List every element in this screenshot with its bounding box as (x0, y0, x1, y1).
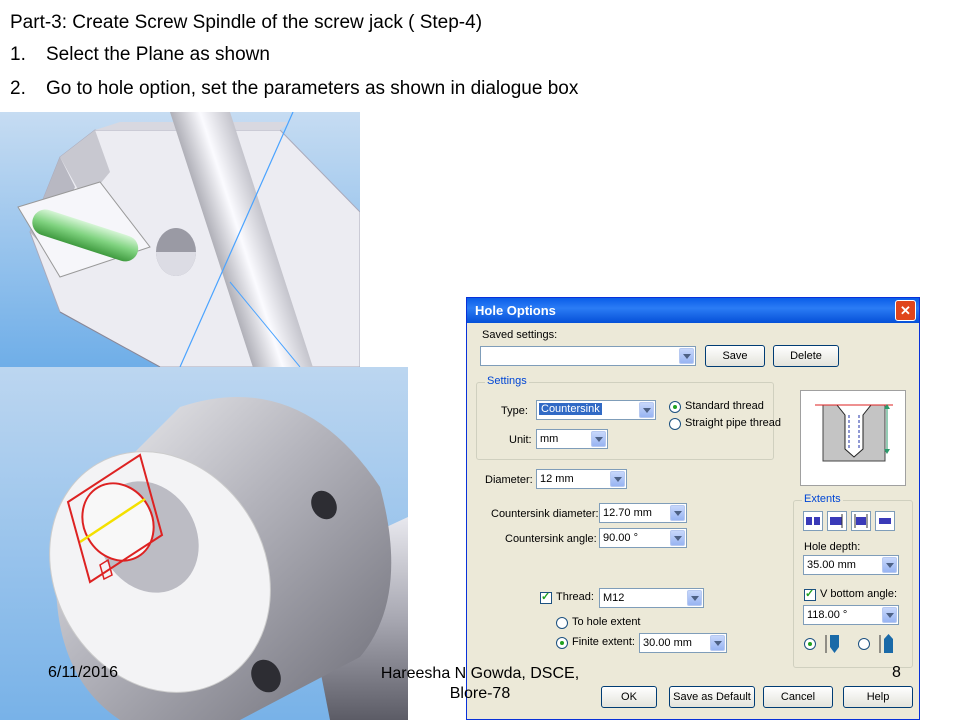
extent-through-all-button[interactable] (803, 511, 823, 531)
finite-extent-label: Finite extent: (572, 636, 635, 648)
v-bottom-angle-value: 118.00 ° (807, 609, 848, 621)
step-2-number: 2. (10, 78, 26, 99)
ok-button[interactable]: OK (601, 686, 657, 708)
chevron-down-icon[interactable] (670, 530, 685, 546)
type-select[interactable]: Countersink (536, 400, 656, 420)
extents-group-label: Extents (802, 493, 843, 505)
direction-two-radio[interactable] (858, 638, 870, 650)
step-2-text: Go to hole option, set the parameters as… (46, 78, 579, 99)
countersink-diameter-select[interactable]: 12.70 mm (599, 503, 687, 523)
countersink-hole-preview-image (815, 404, 893, 462)
hole-options-dialog: Hole Options ✕ Saved settings: Save Dele… (466, 297, 920, 720)
v-bottom-checkbox[interactable] (804, 587, 816, 601)
delete-button[interactable]: Delete (773, 345, 839, 367)
standard-thread-label: Standard thread (685, 400, 764, 412)
unit-select[interactable]: mm (536, 429, 608, 449)
to-hole-extent-label: To hole extent (572, 616, 641, 628)
finite-extent-radio[interactable] (556, 637, 568, 649)
chevron-down-icon[interactable] (639, 402, 654, 418)
footer-date: 6/11/2016 (48, 664, 118, 681)
extent-through-next-button[interactable] (827, 511, 847, 531)
settings-group-label: Settings (485, 375, 529, 387)
standard-thread-radio[interactable] (669, 401, 681, 413)
straight-pipe-thread-label: Straight pipe thread (685, 417, 782, 429)
cad-plane-view (0, 112, 360, 367)
finite-extent-select[interactable]: 30.00 mm (639, 633, 727, 653)
chevron-down-icon[interactable] (882, 607, 897, 623)
step-1: 1. Select the Plane as shown (10, 44, 270, 66)
thread-value: M12 (603, 592, 625, 604)
save-button[interactable]: Save (705, 345, 765, 367)
step-2: 2. Go to hole option, set the parameters … (10, 78, 578, 100)
direction-one-radio[interactable] (804, 638, 816, 650)
dialog-titlebar[interactable]: Hole Options ✕ (467, 298, 919, 323)
diameter-value: 12 mm (540, 473, 574, 485)
close-button[interactable]: ✕ (895, 300, 916, 321)
unit-label: Unit: (509, 434, 532, 446)
footer-author: Hareesha N Gowda, DSCE, Blore-78 (380, 665, 580, 702)
v-bottom-label: V bottom angle: (820, 588, 898, 600)
unit-value: mm (540, 433, 559, 445)
spindle-head-model-image (17, 112, 360, 367)
dialog-title: Hole Options (475, 303, 556, 318)
save-as-default-button[interactable]: Save as Default (669, 686, 755, 708)
chevron-down-icon[interactable] (610, 471, 625, 487)
chevron-down-icon[interactable] (882, 557, 897, 573)
chevron-down-icon[interactable] (710, 635, 725, 651)
slide-title: Part-3: Create Screw Spindle of the scre… (10, 12, 483, 33)
straight-pipe-thread-radio[interactable] (669, 418, 681, 430)
diameter-label: Diameter: (485, 474, 533, 486)
close-icon: ✕ (900, 303, 911, 318)
footer-page-number: 8 (892, 664, 901, 681)
chevron-down-icon[interactable] (670, 505, 685, 521)
saved-settings-select[interactable] (480, 346, 696, 366)
chevron-down-icon[interactable] (591, 431, 606, 447)
through-next-icon (830, 514, 843, 528)
type-value: Countersink (539, 403, 602, 415)
help-button[interactable]: Help (843, 686, 913, 708)
countersink-angle-value: 90.00 ° (603, 532, 638, 544)
countersink-diameter-label: Countersink diameter: (491, 508, 599, 520)
direction-down-icon (825, 635, 839, 653)
thread-checkbox[interactable] (540, 590, 552, 604)
step-1-text: Select the Plane as shown (46, 44, 270, 65)
chevron-down-icon[interactable] (687, 590, 702, 606)
hole-depth-value: 35.00 mm (807, 559, 856, 571)
thread-label: Thread: (556, 591, 594, 603)
hole-depth-label: Hole depth: (804, 541, 861, 553)
extent-finite-button[interactable] (875, 511, 895, 531)
to-hole-extent-radio[interactable] (556, 617, 568, 629)
direction-up-icon (879, 634, 893, 653)
hole-depth-select[interactable]: 35.00 mm (803, 555, 899, 575)
from-to-icon (854, 514, 868, 528)
cancel-button[interactable]: Cancel (763, 686, 833, 708)
countersink-angle-select[interactable]: 90.00 ° (599, 528, 687, 548)
extent-from-to-button[interactable] (851, 511, 871, 531)
type-label: Type: (501, 405, 528, 417)
chevron-down-icon[interactable] (679, 348, 694, 364)
step-1-number: 1. (10, 44, 26, 65)
saved-settings-label: Saved settings: (482, 329, 558, 341)
thread-select[interactable]: M12 (599, 588, 704, 608)
countersink-angle-label: Countersink angle: (505, 533, 597, 545)
v-bottom-angle-select[interactable]: 118.00 ° (803, 605, 899, 625)
through-all-icon (806, 514, 820, 528)
diameter-select[interactable]: 12 mm (536, 469, 627, 489)
hole-preview (800, 390, 906, 486)
finite-extent-value: 30.00 mm (643, 637, 692, 649)
finite-extent-icon (879, 518, 891, 524)
countersink-diameter-value: 12.70 mm (603, 507, 652, 519)
